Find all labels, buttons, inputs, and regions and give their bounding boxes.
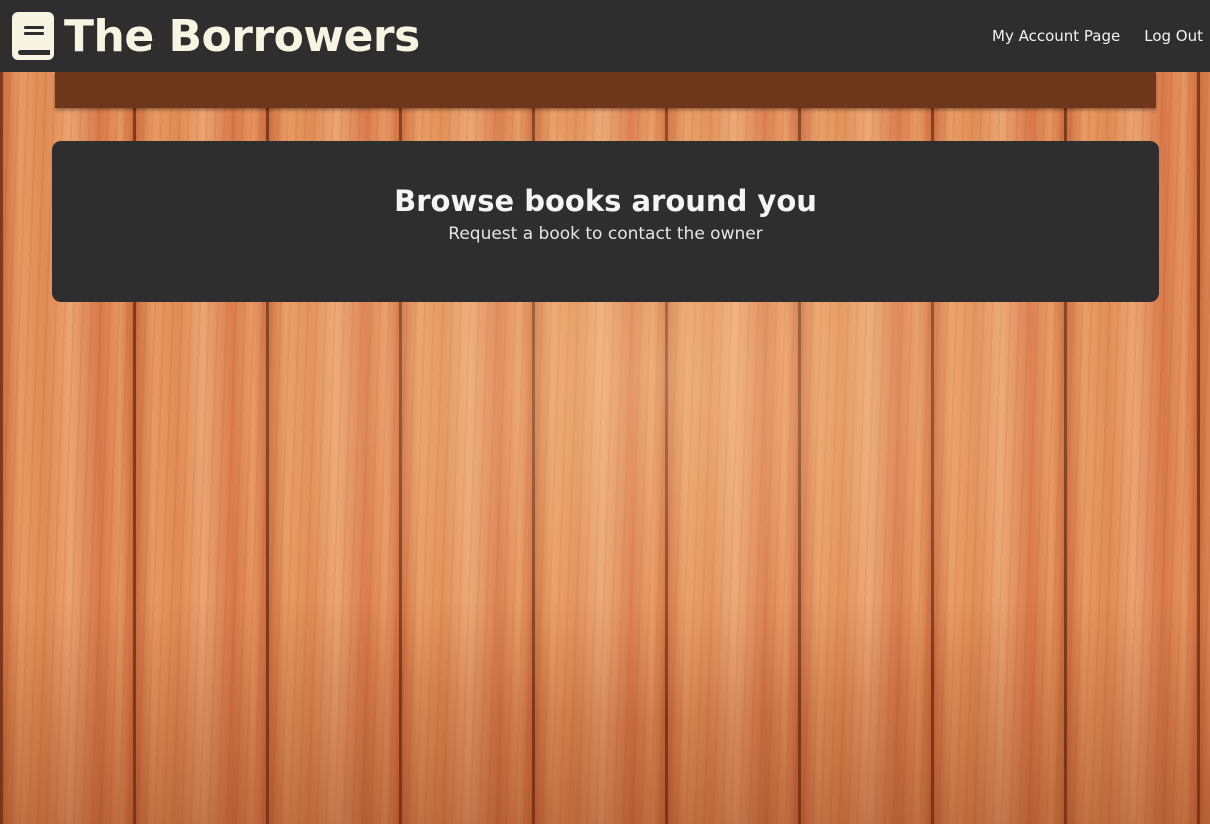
shelf-strip: [55, 72, 1156, 108]
navbar: The Borrowers My Account Page Log Out: [0, 0, 1210, 72]
app-title: The Borrowers: [64, 10, 420, 62]
my-account-link[interactable]: My Account Page: [992, 27, 1120, 45]
nav-links: My Account Page Log Out: [992, 27, 1203, 45]
hero-card: Browse books around you Request a book t…: [52, 141, 1159, 302]
hero-subtitle: Request a book to contact the owner: [448, 223, 763, 244]
book-icon: [12, 12, 54, 60]
brand[interactable]: The Borrowers: [12, 11, 420, 62]
hero-title: Browse books around you: [394, 183, 817, 218]
log-out-link[interactable]: Log Out: [1144, 27, 1203, 45]
